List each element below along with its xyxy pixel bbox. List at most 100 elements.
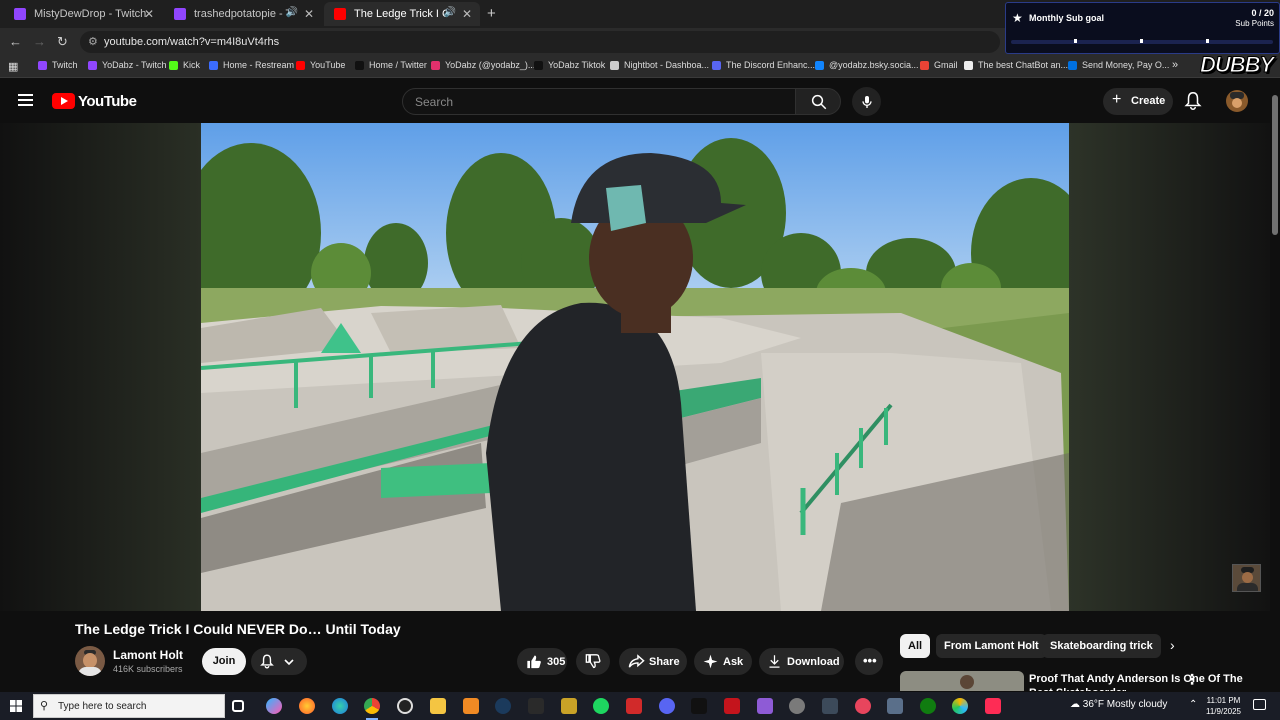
recommended-video-title[interactable]: Proof That Andy Anderson Is One Of The B… — [1029, 672, 1249, 691]
new-tab-button[interactable]: + — [487, 5, 496, 22]
channel-avatar[interactable] — [75, 646, 105, 676]
chevron-right-icon[interactable]: › — [1170, 637, 1175, 653]
chip-all[interactable]: All — [900, 634, 931, 658]
twitch-icon — [38, 60, 47, 70]
video-player[interactable] — [0, 123, 1270, 611]
chip-topic[interactable]: Skateboarding trick — [1042, 634, 1161, 658]
tiktok-icon[interactable] — [691, 698, 707, 714]
url-text: youtube.com/watch?v=m4I8uVt4rhs — [104, 36, 280, 48]
bookmark-label: Home - Restream — [223, 60, 295, 70]
channel-name[interactable]: Lamont Holt — [113, 648, 183, 662]
search-input[interactable] — [415, 95, 775, 109]
forward-icon[interactable]: → — [33, 34, 46, 49]
voice-search-button[interactable] — [852, 87, 881, 116]
settings-icon[interactable] — [789, 698, 805, 714]
xbox-icon[interactable] — [920, 698, 936, 714]
app-icon[interactable] — [822, 698, 838, 714]
subscriber-count: 416K subscribers — [113, 664, 183, 674]
bookmark-item[interactable]: YoDabz (@yodabz_)... — [431, 60, 535, 70]
weather-widget[interactable]: ☁ 36°F Mostly cloudy — [1070, 699, 1167, 710]
vlc-icon[interactable] — [463, 698, 479, 714]
speaker-icon[interactable]: 🔊 — [444, 7, 456, 18]
copilot-icon[interactable] — [266, 698, 282, 714]
bookmark-label: The best ChatBot an... — [978, 60, 1069, 70]
bookmark-item[interactable]: @yodabz.bsky.socia... — [815, 60, 919, 70]
app-icon[interactable] — [887, 698, 903, 714]
recommended-video-thumbnail[interactable] — [900, 671, 1024, 691]
more-vertical-icon[interactable]: ⋮ — [1185, 671, 1199, 688]
notification-center-icon[interactable] — [1253, 699, 1266, 710]
youtube-logo-text[interactable]: YouTube — [78, 93, 137, 110]
netflix-icon[interactable] — [724, 698, 740, 714]
url-field[interactable]: ⚙ youtube.com/watch?v=m4I8uVt4rhs — [80, 31, 1000, 53]
create-button[interactable]: + Create — [1103, 88, 1173, 115]
app-icon[interactable] — [561, 698, 577, 714]
firefox-icon[interactable] — [299, 698, 315, 714]
more-bookmarks-icon[interactable]: » — [1172, 59, 1178, 71]
reload-icon[interactable]: ↻ — [57, 34, 68, 50]
taskbar-search-box[interactable]: ⚲ Type here to search — [33, 694, 225, 718]
edge-icon[interactable] — [332, 698, 348, 714]
file-explorer-icon[interactable] — [430, 698, 446, 714]
speaker-icon[interactable]: 🔊 — [286, 7, 298, 18]
browser-tab-active[interactable]: The Ledge Trick I Could NEVER Do... Unti… — [324, 2, 480, 26]
streamer-webcam — [1232, 564, 1261, 592]
browser-tab[interactable]: trashedpotatopie - Twitch 🔊 ✕ — [164, 2, 322, 26]
browser-tab[interactable]: MistyDewDrop - Twitch ✕ — [4, 2, 162, 26]
tiktok-live-icon[interactable] — [985, 698, 1001, 714]
bookmark-item[interactable]: The Discord Enhanc... — [712, 60, 815, 70]
app-icon[interactable] — [626, 698, 642, 714]
app-icon[interactable] — [855, 698, 871, 714]
share-label: Share — [649, 656, 680, 668]
windows-start-icon[interactable] — [10, 700, 22, 712]
system-clock[interactable]: 11:01 PM 11/9/2025 — [1206, 695, 1241, 717]
feather-app-icon[interactable] — [757, 698, 773, 714]
bookmark-item[interactable]: YoDabz - Twitch — [88, 60, 167, 70]
bookmark-item[interactable]: Nightbot - Dashboa... — [610, 60, 709, 70]
page-scrollbar[interactable] — [1270, 79, 1280, 691]
share-button[interactable]: Share — [619, 648, 687, 675]
bookmark-item[interactable]: Home / Twitter — [355, 60, 427, 70]
ask-button[interactable]: Ask — [694, 648, 752, 675]
bookmark-item[interactable]: Kick — [169, 60, 200, 70]
search-button[interactable] — [795, 88, 841, 115]
more-actions-button[interactable]: ••• — [855, 648, 883, 675]
chevron-up-icon[interactable]: ⌃ — [1189, 699, 1197, 710]
user-avatar[interactable] — [1226, 90, 1248, 112]
steam-icon[interactable] — [495, 698, 511, 714]
bookmark-item[interactable]: Gmail — [920, 60, 958, 70]
create-label: Create — [1131, 95, 1166, 107]
discord-icon[interactable] — [659, 698, 675, 714]
bookmark-item[interactable]: Send Money, Pay O... — [1068, 60, 1169, 70]
recommended-video[interactable]: Proof That Andy Anderson Is One Of The B… — [900, 671, 1270, 691]
dislike-button[interactable] — [576, 648, 610, 675]
app-icon[interactable] — [952, 698, 968, 714]
bookmark-item[interactable]: The best ChatBot an... — [964, 60, 1068, 70]
chip-from-channel[interactable]: From Lamont Holt — [936, 634, 1047, 658]
bookmark-item[interactable]: YouTube — [296, 60, 345, 70]
close-tab-icon[interactable]: ✕ — [304, 7, 314, 21]
menu-icon[interactable] — [18, 94, 33, 106]
bookmark-label: The Discord Enhanc... — [726, 60, 816, 70]
close-tab-icon[interactable]: ✕ — [462, 7, 472, 21]
scrollbar-thumb[interactable] — [1272, 95, 1278, 235]
join-button[interactable]: Join — [202, 648, 246, 675]
close-tab-icon[interactable]: ✕ — [144, 7, 154, 21]
spotify-icon[interactable] — [593, 698, 609, 714]
back-icon[interactable]: ← — [9, 34, 22, 49]
bookmark-item[interactable]: YoDabz Tiktok — [534, 60, 605, 70]
bookmark-item[interactable]: Home - Restream — [209, 60, 294, 70]
apps-icon[interactable]: ▦ — [8, 60, 18, 73]
bookmark-item[interactable]: Twitch — [38, 60, 78, 70]
epic-games-icon[interactable] — [528, 698, 544, 714]
youtube-logo-icon[interactable] — [52, 93, 75, 109]
like-button[interactable]: 305 — [517, 648, 567, 675]
subscription-bell-button[interactable] — [251, 648, 307, 675]
task-view-icon[interactable] — [232, 700, 244, 712]
chrome-icon[interactable] — [364, 698, 380, 720]
notifications-bell-icon[interactable] — [1184, 91, 1202, 111]
like-count: 305 — [547, 656, 566, 668]
site-info-icon[interactable]: ⚙ — [88, 35, 98, 48]
obs-icon[interactable] — [397, 698, 413, 714]
download-button[interactable]: Download — [759, 648, 844, 675]
